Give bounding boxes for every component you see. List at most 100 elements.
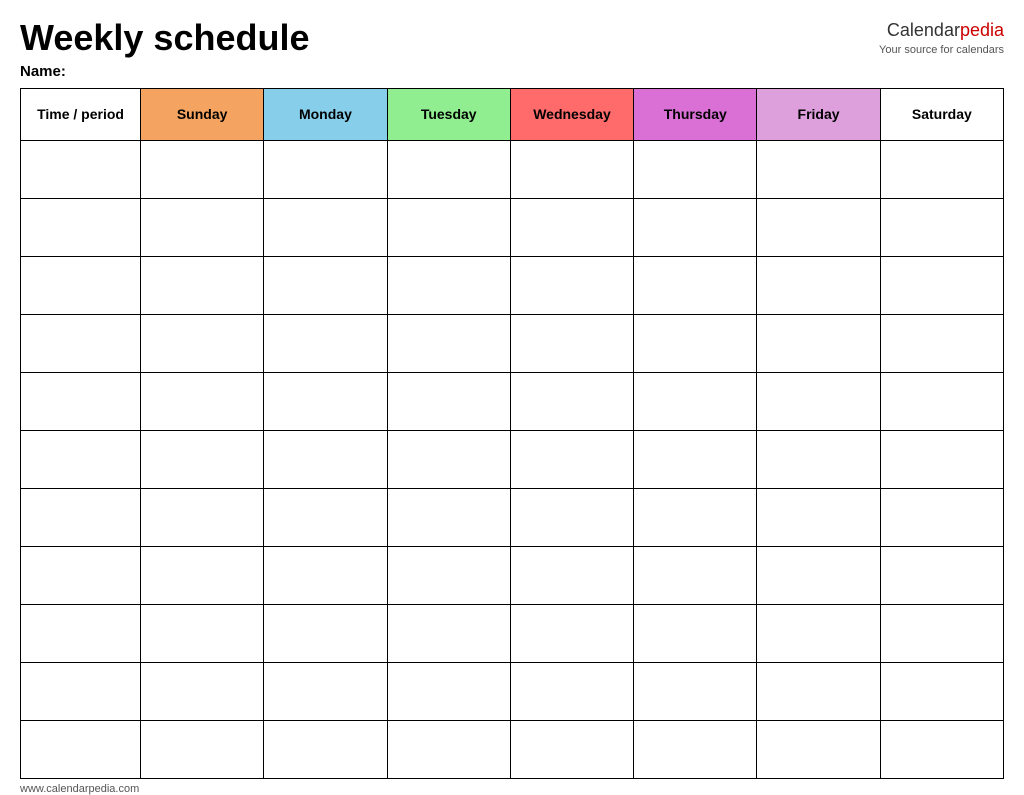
table-cell[interactable] bbox=[510, 198, 633, 256]
table-cell[interactable] bbox=[264, 140, 387, 198]
table-cell[interactable] bbox=[141, 256, 264, 314]
table-cell[interactable] bbox=[634, 604, 757, 662]
table-cell[interactable] bbox=[264, 372, 387, 430]
table-cell[interactable] bbox=[880, 720, 1003, 778]
table-cell[interactable] bbox=[264, 198, 387, 256]
table-cell[interactable] bbox=[880, 662, 1003, 720]
table-cell[interactable] bbox=[21, 314, 141, 372]
table-cell[interactable] bbox=[21, 720, 141, 778]
table-cell[interactable] bbox=[141, 314, 264, 372]
table-cell[interactable] bbox=[757, 720, 880, 778]
table-cell[interactable] bbox=[141, 546, 264, 604]
table-cell[interactable] bbox=[387, 604, 510, 662]
table-cell[interactable] bbox=[21, 604, 141, 662]
table-row bbox=[21, 314, 1004, 372]
table-cell[interactable] bbox=[387, 662, 510, 720]
table-cell[interactable] bbox=[21, 488, 141, 546]
table-cell[interactable] bbox=[21, 546, 141, 604]
table-cell[interactable] bbox=[387, 198, 510, 256]
table-cell[interactable] bbox=[510, 720, 633, 778]
table-cell[interactable] bbox=[510, 256, 633, 314]
table-cell[interactable] bbox=[880, 314, 1003, 372]
table-cell[interactable] bbox=[510, 140, 633, 198]
table-cell[interactable] bbox=[141, 720, 264, 778]
table-cell[interactable] bbox=[757, 198, 880, 256]
table-cell[interactable] bbox=[21, 662, 141, 720]
table-cell[interactable] bbox=[757, 140, 880, 198]
table-cell[interactable] bbox=[21, 198, 141, 256]
table-cell[interactable] bbox=[634, 488, 757, 546]
schedule-table: Time / period Sunday Monday Tuesday Wedn… bbox=[20, 88, 1004, 779]
table-cell[interactable] bbox=[880, 256, 1003, 314]
table-cell[interactable] bbox=[757, 314, 880, 372]
col-header-saturday: Saturday bbox=[880, 88, 1003, 140]
table-cell[interactable] bbox=[21, 140, 141, 198]
table-cell[interactable] bbox=[510, 662, 633, 720]
table-cell[interactable] bbox=[264, 488, 387, 546]
table-cell[interactable] bbox=[634, 198, 757, 256]
table-cell[interactable] bbox=[880, 198, 1003, 256]
table-cell[interactable] bbox=[634, 546, 757, 604]
page-title: Weekly schedule bbox=[20, 18, 309, 58]
table-cell[interactable] bbox=[880, 546, 1003, 604]
table-cell[interactable] bbox=[634, 140, 757, 198]
table-cell[interactable] bbox=[264, 720, 387, 778]
table-cell[interactable] bbox=[510, 488, 633, 546]
table-cell[interactable] bbox=[634, 662, 757, 720]
table-cell[interactable] bbox=[634, 372, 757, 430]
table-cell[interactable] bbox=[141, 662, 264, 720]
table-cell[interactable] bbox=[510, 314, 633, 372]
table-cell[interactable] bbox=[757, 372, 880, 430]
table-cell[interactable] bbox=[21, 430, 141, 488]
table-cell[interactable] bbox=[757, 488, 880, 546]
table-cell[interactable] bbox=[264, 256, 387, 314]
page: Weekly schedule Calendarpedia Your sourc… bbox=[0, 0, 1024, 784]
table-cell[interactable] bbox=[634, 430, 757, 488]
table-cell[interactable] bbox=[757, 256, 880, 314]
table-cell[interactable] bbox=[757, 662, 880, 720]
name-label: Name: bbox=[20, 63, 1004, 80]
table-cell[interactable] bbox=[264, 546, 387, 604]
table-cell[interactable] bbox=[141, 140, 264, 198]
table-cell[interactable] bbox=[387, 256, 510, 314]
table-cell[interactable] bbox=[387, 720, 510, 778]
col-header-friday: Friday bbox=[757, 88, 880, 140]
table-cell[interactable] bbox=[141, 430, 264, 488]
table-cell[interactable] bbox=[264, 604, 387, 662]
table-cell[interactable] bbox=[141, 372, 264, 430]
table-cell[interactable] bbox=[634, 256, 757, 314]
table-cell[interactable] bbox=[757, 430, 880, 488]
table-cell[interactable] bbox=[387, 488, 510, 546]
table-cell[interactable] bbox=[141, 198, 264, 256]
table-cell[interactable] bbox=[510, 430, 633, 488]
brand-pedia: pedia bbox=[960, 20, 1004, 40]
table-cell[interactable] bbox=[757, 546, 880, 604]
table-row bbox=[21, 372, 1004, 430]
table-cell[interactable] bbox=[510, 546, 633, 604]
table-row bbox=[21, 430, 1004, 488]
table-cell[interactable] bbox=[387, 140, 510, 198]
table-cell[interactable] bbox=[880, 488, 1003, 546]
table-cell[interactable] bbox=[141, 604, 264, 662]
table-cell[interactable] bbox=[634, 720, 757, 778]
table-cell[interactable] bbox=[387, 546, 510, 604]
table-cell[interactable] bbox=[21, 256, 141, 314]
col-header-thursday: Thursday bbox=[634, 88, 757, 140]
table-cell[interactable] bbox=[880, 430, 1003, 488]
table-cell[interactable] bbox=[387, 430, 510, 488]
table-cell[interactable] bbox=[880, 604, 1003, 662]
table-row bbox=[21, 256, 1004, 314]
table-cell[interactable] bbox=[510, 604, 633, 662]
table-cell[interactable] bbox=[264, 662, 387, 720]
table-cell[interactable] bbox=[880, 140, 1003, 198]
table-cell[interactable] bbox=[264, 314, 387, 372]
table-cell[interactable] bbox=[510, 372, 633, 430]
table-cell[interactable] bbox=[387, 314, 510, 372]
table-cell[interactable] bbox=[387, 372, 510, 430]
table-cell[interactable] bbox=[757, 604, 880, 662]
table-cell[interactable] bbox=[141, 488, 264, 546]
table-cell[interactable] bbox=[21, 372, 141, 430]
table-cell[interactable] bbox=[264, 430, 387, 488]
table-cell[interactable] bbox=[880, 372, 1003, 430]
table-cell[interactable] bbox=[634, 314, 757, 372]
